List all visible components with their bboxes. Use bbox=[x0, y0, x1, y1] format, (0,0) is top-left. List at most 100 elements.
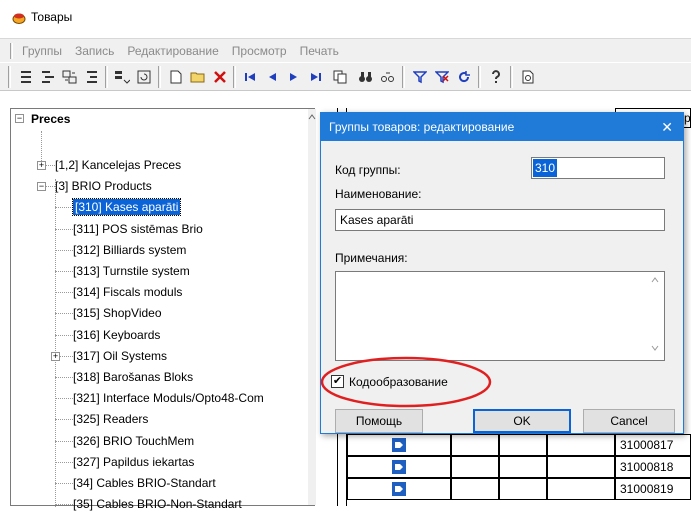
tree-node[interactable]: [313] Turnstile system bbox=[11, 262, 301, 280]
tree-node[interactable]: [321] Interface Moduls/Opto48-Com bbox=[11, 389, 301, 407]
tree-node[interactable]: [316] Keyboards bbox=[11, 326, 301, 344]
notes-scroll-up-icon[interactable] bbox=[651, 277, 659, 283]
tree-node-label[interactable]: [327] Papildus iekartas bbox=[73, 454, 194, 470]
tree-node[interactable]: [34] Cables BRIO-Standart bbox=[11, 474, 301, 492]
expand-node-icon[interactable]: + bbox=[37, 161, 46, 170]
group-tree[interactable]: − Preces + [1,2] Kancelejas Preces − [3] BR… bbox=[10, 108, 316, 511]
tree-node-label[interactable]: [321] Interface Moduls/Opto48-Com bbox=[73, 390, 264, 406]
grid-code-cell: 31000818 bbox=[615, 456, 691, 478]
tree-node[interactable]: [312] Billiards system bbox=[11, 241, 301, 259]
tree-node[interactable]: + [317] Oil Systems bbox=[11, 347, 301, 365]
name-field[interactable] bbox=[335, 209, 665, 231]
tree-node[interactable]: − [3] BRIO Products bbox=[11, 177, 301, 195]
tree-node-label[interactable]: [311] POS sistēmas Brio bbox=[73, 221, 203, 237]
scroll-up-icon[interactable] bbox=[308, 113, 316, 121]
tree-line bbox=[55, 377, 73, 378]
expand-node-icon[interactable]: + bbox=[51, 352, 60, 361]
delete-icon[interactable] bbox=[210, 67, 230, 87]
tree-line bbox=[55, 419, 73, 420]
grid-row[interactable]: 31000817 bbox=[347, 434, 691, 456]
tree-node[interactable]: [326] BRIO TouchMem bbox=[11, 432, 301, 450]
tree-node[interactable]: [311] POS sistēmas Brio bbox=[11, 220, 301, 238]
tree-node[interactable]: + [1,2] Kancelejas Preces bbox=[11, 156, 301, 174]
tree-node-label[interactable]: [325] Readers bbox=[73, 411, 148, 427]
toolbar-separator bbox=[158, 66, 161, 88]
menu-item-groups[interactable]: Группы bbox=[22, 44, 62, 58]
list-view-icon[interactable] bbox=[16, 67, 36, 87]
tree-node-label[interactable]: [326] BRIO TouchMem bbox=[73, 433, 194, 449]
tree-line bbox=[55, 441, 73, 442]
collapse-icon[interactable]: − bbox=[15, 114, 24, 123]
tree-node-label[interactable]: [310] Kases aparāti bbox=[71, 198, 182, 216]
refresh-icon[interactable] bbox=[454, 67, 474, 87]
tree-node[interactable]: [327] Papildus iekartas bbox=[11, 453, 301, 471]
tree-node[interactable]: [314] Fiscals moduls bbox=[11, 283, 301, 301]
notes-field[interactable] bbox=[335, 271, 665, 361]
collapse-node-icon[interactable]: − bbox=[37, 182, 46, 191]
move-group-icon[interactable] bbox=[112, 67, 132, 87]
open-folder-icon[interactable] bbox=[188, 67, 208, 87]
preview-icon[interactable] bbox=[518, 67, 538, 87]
tree-root[interactable]: − Preces bbox=[11, 109, 314, 131]
tree-node[interactable]: [318] Barošanas Bloks bbox=[11, 368, 301, 386]
tree-node-label[interactable]: [35] Cables BRIO-Non-Standart bbox=[73, 496, 242, 512]
menu-grip bbox=[10, 43, 13, 59]
properties-icon[interactable] bbox=[60, 67, 80, 87]
grid-icon-cell bbox=[347, 478, 451, 500]
tree-node-label[interactable]: [318] Barošanas Bloks bbox=[73, 369, 193, 385]
tree-node-label[interactable]: [317] Oil Systems bbox=[73, 348, 167, 364]
find-icon[interactable] bbox=[356, 67, 376, 87]
tree-line bbox=[55, 462, 73, 463]
find-next-icon[interactable] bbox=[378, 67, 398, 87]
grid-code-cell: 31000819 bbox=[615, 478, 691, 500]
grid-cell bbox=[451, 434, 499, 456]
ok-button[interactable]: OK bbox=[473, 409, 571, 433]
grid-row[interactable]: 31000818 bbox=[347, 456, 691, 478]
grid-cell bbox=[499, 478, 547, 500]
help-button[interactable]: Помощь bbox=[335, 409, 423, 433]
menu-item-view[interactable]: Просмотр bbox=[232, 44, 287, 58]
dialog-title: Группы товаров: редактирование bbox=[329, 120, 515, 134]
name-label: Наименование: bbox=[335, 187, 422, 201]
close-icon[interactable]: ✕ bbox=[661, 119, 673, 136]
clear-filter-icon[interactable] bbox=[432, 67, 452, 87]
highlight-ellipse bbox=[320, 356, 492, 408]
first-record-icon[interactable] bbox=[240, 67, 260, 87]
tree-view-icon[interactable] bbox=[38, 67, 58, 87]
help-icon[interactable] bbox=[486, 67, 506, 87]
tree-node-label[interactable]: [313] Turnstile system bbox=[73, 263, 190, 279]
last-record-icon[interactable] bbox=[306, 67, 326, 87]
tree-node[interactable]: [35] Cables BRIO-Non-Standart bbox=[11, 495, 301, 513]
filter-icon[interactable] bbox=[410, 67, 430, 87]
refresh-tree-icon[interactable] bbox=[134, 67, 154, 87]
menu-item-edit[interactable]: Редактирование bbox=[127, 44, 218, 58]
tree-node-label[interactable]: [314] Fiscals moduls bbox=[73, 284, 182, 300]
tree-node-label[interactable]: [315] ShopVideo bbox=[73, 305, 162, 321]
grid-cell bbox=[499, 456, 547, 478]
toolbar-separator bbox=[402, 66, 405, 88]
tree-node[interactable]: [315] ShopVideo bbox=[11, 304, 301, 322]
menu-item-print[interactable]: Печать bbox=[300, 44, 339, 58]
tree-node-label[interactable]: [3] BRIO Products bbox=[55, 178, 152, 194]
tree-line bbox=[55, 207, 73, 208]
code-label: Код группы: bbox=[335, 163, 401, 177]
expand-icon[interactable] bbox=[82, 67, 102, 87]
tree-node-label[interactable]: [34] Cables BRIO-Standart bbox=[73, 475, 216, 491]
tree-node-label[interactable]: [312] Billiards system bbox=[73, 242, 186, 258]
cancel-button[interactable]: Cancel bbox=[583, 409, 675, 433]
previous-record-icon[interactable] bbox=[262, 67, 282, 87]
menu-item-record[interactable]: Запись bbox=[75, 44, 114, 58]
tree-node[interactable]: [325] Readers bbox=[11, 410, 301, 428]
tree-node[interactable]: [310] Kases aparāti bbox=[11, 198, 301, 216]
tree-node-label[interactable]: [1,2] Kancelejas Preces bbox=[55, 157, 181, 173]
next-record-icon[interactable] bbox=[284, 67, 304, 87]
notes-scroll-down-icon[interactable] bbox=[651, 345, 659, 351]
tree-root-label[interactable]: Preces bbox=[31, 111, 70, 127]
toolbar-separator bbox=[8, 66, 11, 88]
new-document-icon[interactable] bbox=[166, 67, 186, 87]
grid-code-cell: 31000817 bbox=[615, 434, 691, 456]
copy-icon[interactable] bbox=[330, 67, 350, 87]
tree-scrollbar[interactable] bbox=[308, 109, 316, 505]
grid-row[interactable]: 31000819 bbox=[347, 478, 691, 500]
tree-node-label[interactable]: [316] Keyboards bbox=[73, 327, 160, 343]
